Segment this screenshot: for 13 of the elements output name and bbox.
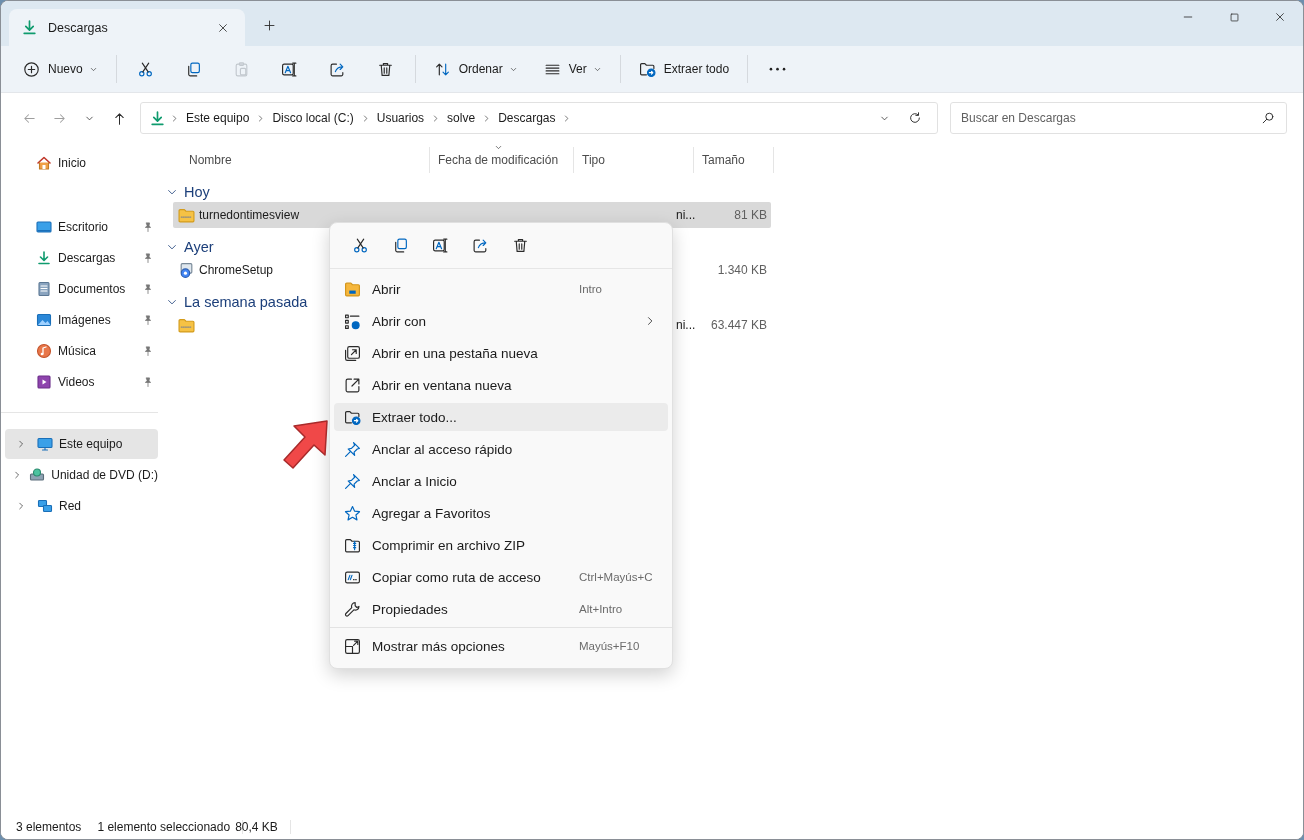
status-text: 80,4 KB [235, 820, 291, 834]
shortcut-text: Alt+Intro [579, 603, 623, 615]
file-size: 63.447 KB [710, 318, 767, 332]
file-size: 81 KB [734, 208, 767, 222]
shortcut-text: Intro [579, 283, 602, 295]
file-type: ni... [676, 208, 696, 222]
file-name: ChromeSetup [199, 263, 274, 277]
shortcut-text: Ctrl+Mayús+C [579, 571, 653, 583]
status-text: 3 elementos [16, 820, 83, 834]
shortcut-text: Mayús+F10 [579, 640, 640, 652]
file-type: ni... [676, 318, 696, 332]
file-name: turnedontimesview [199, 208, 300, 222]
file-size: 1.340 KB [717, 263, 767, 277]
